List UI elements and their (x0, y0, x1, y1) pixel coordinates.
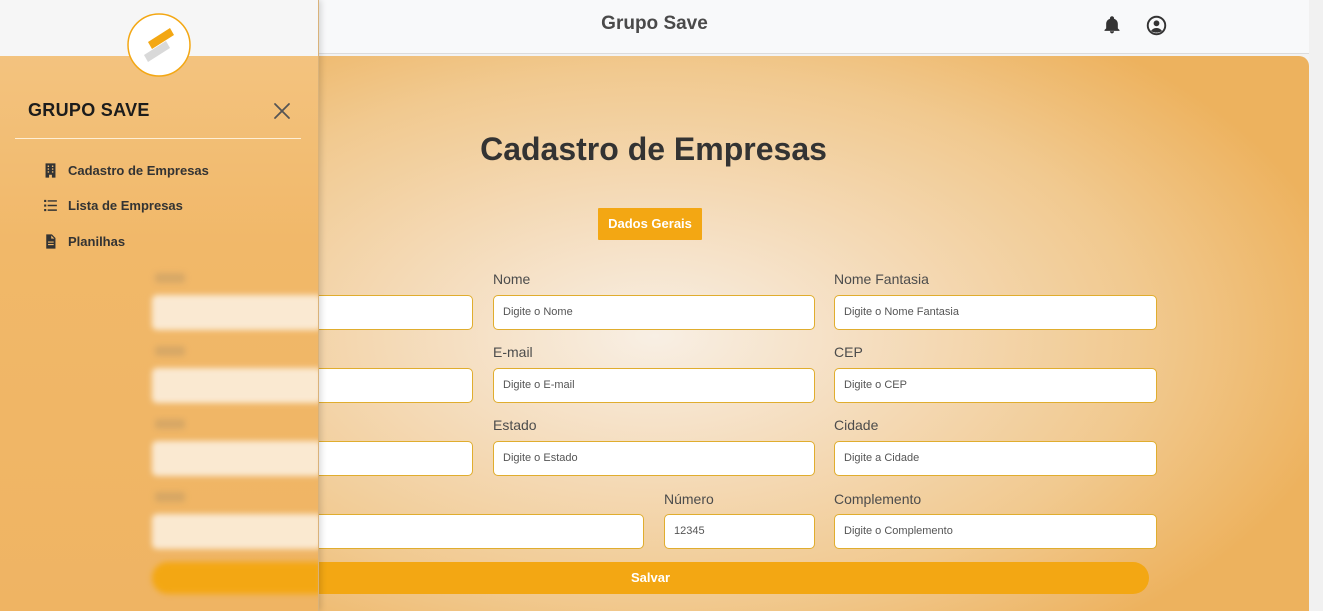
blurred-input (152, 514, 318, 549)
sidebar-item-planilhas[interactable]: Planilhas (42, 231, 125, 251)
list-icon (44, 199, 57, 211)
email-input[interactable]: Digite o E-mail (493, 368, 815, 403)
numero-label: Número (664, 491, 714, 507)
blurred-label (155, 419, 185, 429)
estado-input[interactable]: Digite o Estado (493, 441, 815, 476)
nome-label: Nome (493, 271, 531, 287)
cep-label: CEP (834, 344, 863, 360)
numero-input[interactable]: 12345 (664, 514, 815, 549)
drawer-divider (15, 138, 301, 139)
sidebar-item-label: Planilhas (68, 233, 126, 249)
blurred-label (155, 346, 185, 356)
hidden-left-input-row4[interactable] (300, 514, 644, 549)
building-icon (45, 162, 56, 178)
tab-dados-gerais[interactable]: Dados Gerais (598, 208, 702, 240)
sidebar-item-cadastro[interactable]: Cadastro de Empresas (42, 160, 209, 180)
blurred-input (152, 368, 318, 403)
scrollbar-track[interactable] (1309, 0, 1323, 611)
nome-fantasia-label: Nome Fantasia (834, 271, 929, 287)
sidebar-item-label: Lista de Empresas (68, 197, 183, 213)
bell-icon[interactable] (1102, 15, 1122, 35)
blurred-input (152, 441, 318, 476)
sidebar-item-label: Cadastro de Empresas (68, 162, 209, 178)
blurred-label (155, 273, 185, 283)
user-account-icon[interactable] (1146, 15, 1167, 36)
drawer-brand-title: GRUPO SAVE (28, 100, 150, 120)
sidebar-item-lista[interactable]: Lista de Empresas (42, 195, 183, 215)
hidden-left-input-row2[interactable] (300, 368, 473, 403)
hidden-left-input-row3[interactable] (300, 441, 473, 476)
nome-fantasia-input[interactable]: Digite o Nome Fantasia (834, 295, 1157, 330)
close-icon[interactable] (272, 101, 292, 121)
grupo-save-logo-icon (127, 13, 191, 77)
estado-label: Estado (493, 417, 537, 433)
blurred-save-button (152, 562, 318, 594)
cep-input[interactable]: Digite o CEP (834, 368, 1157, 403)
file-icon (46, 233, 56, 249)
cidade-input[interactable]: Digite a Cidade (834, 441, 1157, 476)
blurred-input (152, 295, 318, 330)
cidade-label: Cidade (834, 417, 879, 433)
blurred-label (155, 492, 185, 502)
hidden-left-input-row1[interactable] (300, 295, 473, 330)
sidebar-drawer: GRUPO SAVE Cadastro de Empresas Lista de… (0, 0, 319, 611)
complemento-input[interactable]: Digite o Complemento (834, 514, 1157, 549)
nome-input[interactable]: Digite o Nome (493, 295, 815, 330)
complemento-label: Complemento (834, 491, 922, 507)
email-label: E-mail (493, 344, 533, 360)
